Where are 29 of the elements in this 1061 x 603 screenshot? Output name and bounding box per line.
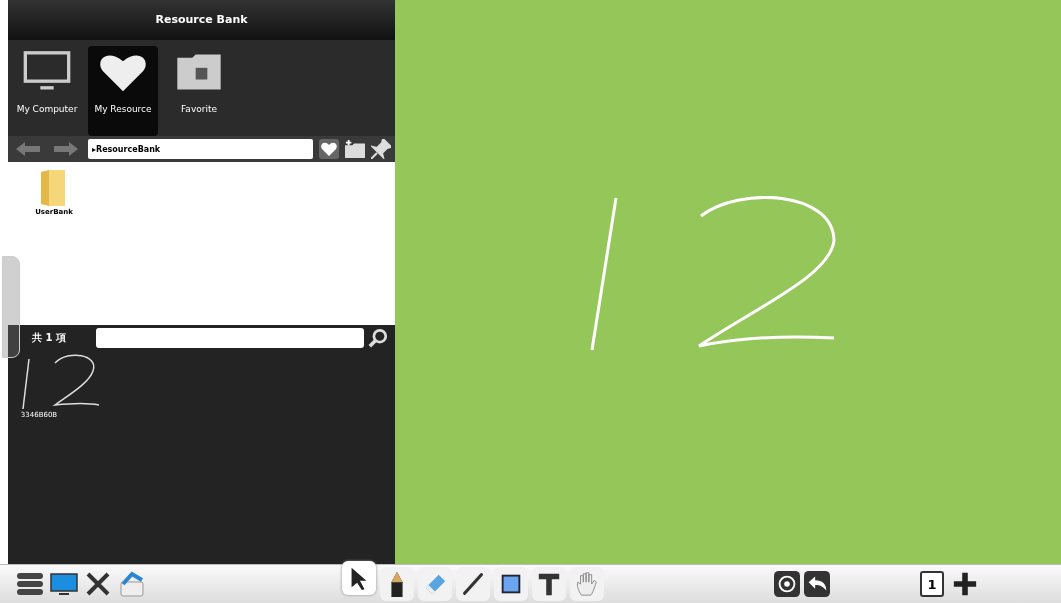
hand-icon	[574, 571, 600, 597]
heart-icon[interactable]	[319, 139, 339, 159]
path-field[interactable]: ▸ResourceBank	[88, 139, 313, 159]
tool-button[interactable]	[342, 561, 376, 595]
forward-arrow-icon[interactable]	[54, 142, 78, 156]
back-arrow-icon[interactable]	[16, 142, 40, 156]
page-button[interactable]: 1	[920, 571, 944, 597]
side-handle[interactable]	[2, 256, 20, 358]
tool-button[interactable]	[456, 567, 490, 601]
pin-icon[interactable]	[371, 139, 391, 159]
add-icon[interactable]	[952, 571, 978, 597]
source-tab[interactable]: Favorite	[164, 46, 234, 136]
panel-title: Resource Bank	[8, 0, 395, 40]
search-field[interactable]	[96, 328, 364, 348]
new-folder-icon[interactable]	[345, 139, 365, 159]
tool-button[interactable]	[494, 567, 528, 601]
tool-button[interactable]	[532, 567, 566, 601]
source-tab[interactable]: My Computer	[12, 46, 82, 136]
text-tool-icon	[536, 571, 562, 597]
source-tab[interactable]: My Resource	[88, 46, 158, 136]
target-icon[interactable]	[774, 571, 800, 597]
share-icon[interactable]	[118, 570, 146, 598]
line-icon	[460, 571, 486, 597]
monitor-icon[interactable]	[50, 570, 78, 598]
search-icon[interactable]	[368, 328, 388, 348]
undo-icon[interactable]	[804, 571, 830, 597]
item-count: 共 1 項	[31, 331, 67, 345]
menu-icon[interactable]	[16, 570, 44, 598]
tool-button[interactable]	[380, 567, 414, 601]
